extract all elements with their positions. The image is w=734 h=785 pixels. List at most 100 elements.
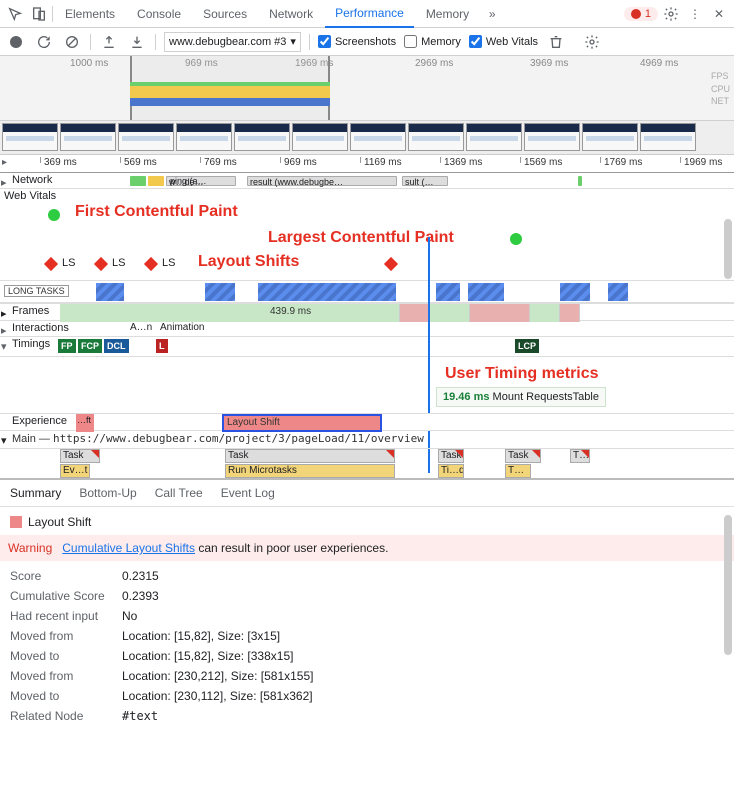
tab-network[interactable]: Network: [259, 1, 323, 27]
layout-shift-marker[interactable]: [94, 257, 108, 271]
frame-segment[interactable]: [60, 304, 400, 322]
net-bar[interactable]: [578, 176, 582, 186]
layout-shift-marker[interactable]: [144, 257, 158, 271]
lcp-badge[interactable]: LCP: [515, 339, 539, 353]
screenshot-thumb[interactable]: [582, 123, 638, 151]
time-ruler[interactable]: ▸ 369 ms 569 ms 769 ms 969 ms 1169 ms 13…: [0, 155, 734, 173]
download-icon[interactable]: [127, 32, 147, 52]
flame-task[interactable]: Task: [225, 449, 395, 463]
expand-icon[interactable]: ▸: [1, 307, 7, 320]
layout-shift-marker[interactable]: [384, 257, 398, 271]
lcp-marker[interactable]: [510, 233, 522, 245]
overview-timeline[interactable]: 1000 ms 969 ms 1969 ms 2969 ms 3969 ms 4…: [0, 56, 734, 121]
tab-performance[interactable]: Performance: [325, 0, 414, 28]
error-badge[interactable]: 1: [624, 7, 658, 21]
frames-track[interactable]: ▸ Frames 439.9 ms: [0, 303, 734, 321]
flame-event[interactable]: Ev…t: [60, 464, 90, 478]
tab-console[interactable]: Console: [127, 1, 191, 27]
screenshot-thumb[interactable]: [640, 123, 696, 151]
screenshot-thumb[interactable]: [60, 123, 116, 151]
details-scrollbar[interactable]: [724, 515, 732, 655]
long-task-block[interactable]: [258, 283, 396, 301]
kebab-menu-icon[interactable]: ⋮: [684, 3, 706, 25]
collapse-icon[interactable]: ▾: [1, 434, 7, 447]
screenshot-filmstrip[interactable]: [0, 121, 734, 155]
experience-block[interactable]: …ft: [76, 414, 94, 432]
experience-track[interactable]: Experience …ft Layout Shift: [0, 413, 734, 431]
long-tasks-track[interactable]: LONG TASKS: [0, 281, 734, 303]
screenshots-checkbox[interactable]: Screenshots: [318, 35, 396, 48]
frame-segment[interactable]: [560, 304, 580, 322]
screenshot-thumb[interactable]: [118, 123, 174, 151]
frame-segment[interactable]: [530, 304, 560, 322]
record-button[interactable]: [6, 32, 26, 52]
clear-button[interactable]: [62, 32, 82, 52]
related-node-value[interactable]: #text: [122, 709, 158, 723]
play-icon[interactable]: ▸: [2, 157, 7, 168]
flame-tid[interactable]: Ti…d: [438, 464, 464, 478]
interactions-track[interactable]: ▸ Interactions A…n Animation: [0, 321, 734, 337]
capture-settings-gear-icon[interactable]: [582, 32, 602, 52]
inspect-icon[interactable]: [4, 3, 26, 25]
tab-summary[interactable]: Summary: [10, 486, 61, 500]
frame-segment[interactable]: [430, 304, 470, 322]
layout-shift-block[interactable]: Layout Shift: [222, 414, 382, 432]
expand-icon[interactable]: ▸: [1, 176, 7, 189]
settings-gear-icon[interactable]: [660, 3, 682, 25]
screenshot-thumb[interactable]: [292, 123, 348, 151]
close-devtools-icon[interactable]: ✕: [708, 3, 730, 25]
tab-elements[interactable]: Elements: [55, 1, 125, 27]
screenshot-thumb[interactable]: [234, 123, 290, 151]
interaction-item[interactable]: A…n: [130, 322, 152, 333]
flame-task[interactable]: Task: [60, 449, 100, 463]
tab-memory[interactable]: Memory: [416, 1, 479, 27]
long-task-block[interactable]: [468, 283, 504, 301]
memory-checkbox[interactable]: Memory: [404, 35, 461, 48]
screenshot-thumb[interactable]: [350, 123, 406, 151]
layout-shift-marker[interactable]: [44, 257, 58, 271]
screenshot-thumb[interactable]: [466, 123, 522, 151]
net-bar[interactable]: [130, 176, 146, 186]
long-task-block[interactable]: [560, 283, 590, 301]
flame-microtask[interactable]: Run Microtasks: [225, 464, 395, 478]
trash-icon[interactable]: [546, 32, 566, 52]
vertical-scrollbar[interactable]: [724, 219, 732, 279]
flame-task[interactable]: Task: [505, 449, 541, 463]
timings-track[interactable]: ▾ Timings FP FCP DCL L LCP: [0, 337, 734, 357]
screenshot-thumb[interactable]: [524, 123, 580, 151]
main-flamegraph[interactable]: Task Ev…t Task Run Microtasks Task Ti…d …: [0, 449, 734, 479]
screenshot-thumb[interactable]: [176, 123, 232, 151]
net-bar[interactable]: [148, 176, 164, 186]
dcl-badge[interactable]: DCL: [104, 339, 129, 353]
net-bar[interactable]: sult (…: [402, 176, 448, 186]
reload-record-button[interactable]: [34, 32, 54, 52]
fp-badge[interactable]: FP: [58, 339, 76, 353]
interaction-item[interactable]: Animation: [160, 322, 204, 333]
frame-segment[interactable]: [400, 304, 430, 322]
recording-selector[interactable]: www.debugbear.com #3 ▾: [164, 32, 301, 52]
frame-segment[interactable]: [470, 304, 530, 322]
screenshot-thumb[interactable]: [408, 123, 464, 151]
more-tabs-icon[interactable]: »: [481, 3, 503, 25]
tab-sources[interactable]: Sources: [193, 1, 257, 27]
load-badge[interactable]: L: [156, 339, 168, 353]
long-task-block[interactable]: [436, 283, 460, 301]
flame-task[interactable]: T…: [570, 449, 590, 463]
upload-icon[interactable]: [99, 32, 119, 52]
tab-bottom-up[interactable]: Bottom-Up: [79, 486, 136, 500]
collapse-icon[interactable]: ▾: [1, 340, 7, 353]
web-vitals-checkbox[interactable]: Web Vitals: [469, 35, 538, 48]
device-toggle-icon[interactable]: [28, 3, 50, 25]
fcp-marker[interactable]: [48, 209, 60, 221]
flame-t[interactable]: T…: [505, 464, 531, 478]
cumulative-layout-shifts-link[interactable]: Cumulative Layout Shifts: [62, 541, 195, 555]
tab-call-tree[interactable]: Call Tree: [155, 486, 203, 500]
flame-task[interactable]: Task: [438, 449, 464, 463]
long-task-block[interactable]: [205, 283, 235, 301]
tab-event-log[interactable]: Event Log: [221, 486, 275, 500]
long-task-block[interactable]: [608, 283, 628, 301]
expand-icon[interactable]: ▸: [1, 324, 7, 337]
main-track-header[interactable]: ▾ Main — https://www.debugbear.com/proje…: [0, 431, 734, 449]
network-track[interactable]: ▸ Network w…de… ping (a… result (www.deb…: [0, 173, 734, 189]
net-bar[interactable]: result (www.debugbe…: [247, 176, 397, 186]
